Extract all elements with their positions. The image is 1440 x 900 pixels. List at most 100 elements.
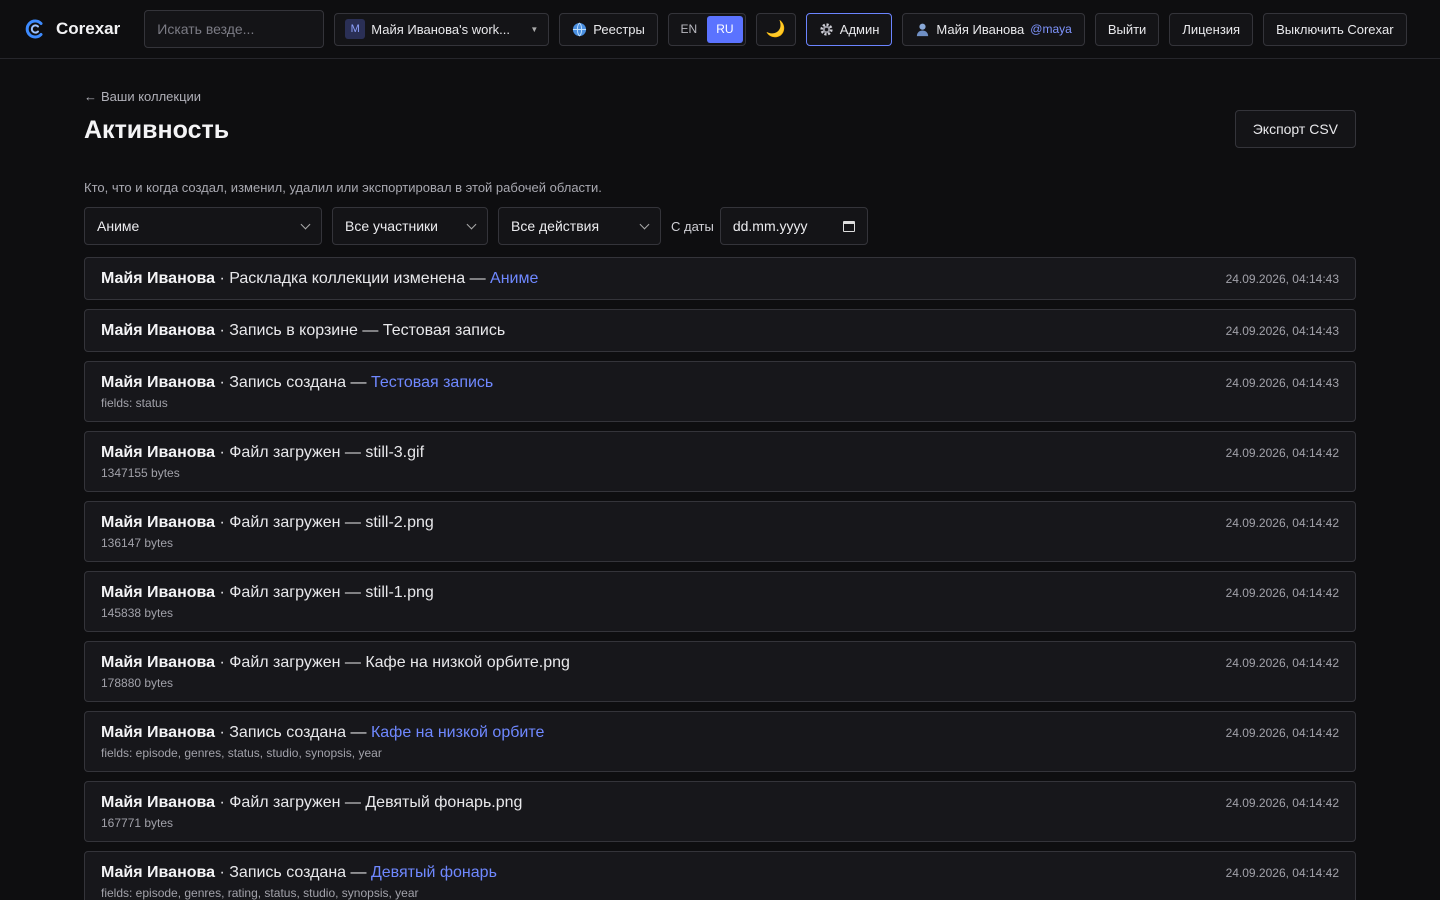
members-filter-select[interactable]: Все участники <box>332 207 488 245</box>
activity-row: Майя Иванова · Файл загружен — Кафе на н… <box>84 641 1356 702</box>
activity-timestamp: 24.09.2026, 04:14:43 <box>1225 272 1339 286</box>
activity-action: Файл загружен — Кафе на низкой орбите.pn… <box>229 654 570 671</box>
activity-row: Майя Иванова · Файл загружен — Девятый ф… <box>84 781 1356 842</box>
activity-content: Майя Иванова · Файл загружен — Девятый ф… <box>101 794 522 830</box>
globe-icon <box>573 22 587 36</box>
separator-dot: · <box>215 654 230 671</box>
activity-content: Майя Иванова · Запись создана — Девятый … <box>101 864 497 900</box>
global-search-input[interactable] <box>144 10 325 48</box>
activity-action: Файл загружен — Девятый фонарь.png <box>229 794 523 811</box>
activity-timestamp: 24.09.2026, 04:14:42 <box>1225 796 1339 810</box>
activity-action: Запись создана — <box>229 864 371 881</box>
actions-filter-value: Все действия <box>511 218 600 234</box>
activity-timestamp: 24.09.2026, 04:14:43 <box>1225 324 1339 338</box>
separator-dot: · <box>215 794 230 811</box>
activity-summary: Майя Иванова · Файл загружен — Девятый ф… <box>101 794 522 812</box>
activity-detail: 167771 bytes <box>101 816 174 830</box>
activity-actor: Майя Иванова <box>101 864 216 881</box>
top-bar: Corexar M Майя Иванова's work... ▼ Реест… <box>0 0 1440 59</box>
activity-action: Файл загружен — still-1.png <box>229 584 434 601</box>
workspace-switcher[interactable]: M Майя Иванова's work... ▼ <box>334 12 550 46</box>
user-menu-button[interactable]: Майя Иванова @maya <box>902 12 1085 46</box>
activity-row: Майя Иванова · Файл загружен — still-2.p… <box>84 501 1356 562</box>
collection-filter-select[interactable]: Аниме <box>84 207 322 245</box>
activity-content: Майя Иванова · Файл загружен — still-3.g… <box>101 444 424 480</box>
activity-target-link[interactable]: Аниме <box>490 270 538 287</box>
filters-bar: Аниме Все участники Все действия С даты … <box>84 207 1356 245</box>
activity-content: Майя Иванова · Файл загружен — Кафе на н… <box>101 654 570 690</box>
activity-actor: Майя Иванова <box>101 794 216 811</box>
activity-timestamp: 24.09.2026, 04:14:43 <box>1225 376 1339 390</box>
collection-filter-value: Аниме <box>97 218 140 234</box>
activity-action: Запись в корзине — Тестовая запись <box>229 322 506 339</box>
activity-summary: Майя Иванова · Запись создана — Кафе на … <box>101 724 544 742</box>
workspace-name: Майя Иванова's work... <box>371 21 510 37</box>
activity-content: Майя Иванова · Запись в корзине — Тестов… <box>101 322 505 340</box>
activity-target-link[interactable]: Девятый фонарь <box>371 864 497 881</box>
activity-timestamp: 24.09.2026, 04:14:42 <box>1225 516 1339 530</box>
separator-dot: · <box>215 584 230 601</box>
moon-icon: 🌙 <box>765 21 786 38</box>
brand[interactable]: Corexar <box>24 18 120 40</box>
brand-name: Corexar <box>56 19 121 38</box>
activity-action: Файл загружен — still-3.gif <box>229 444 425 461</box>
calendar-icon[interactable] <box>842 220 855 232</box>
activity-timestamp: 24.09.2026, 04:14:42 <box>1225 586 1339 600</box>
activity-row: Майя Иванова · Раскладка коллекции измен… <box>84 257 1356 300</box>
caret-down-icon: ▼ <box>530 24 539 34</box>
activity-list: Майя Иванова · Раскладка коллекции измен… <box>84 257 1356 900</box>
lang-ru-button[interactable]: RU <box>706 15 743 43</box>
activity-summary: Майя Иванова · Раскладка коллекции измен… <box>101 270 538 288</box>
activity-detail: fields: status <box>101 396 168 410</box>
activity-actor: Майя Иванова <box>101 724 216 741</box>
logout-button[interactable]: Выйти <box>1094 12 1160 46</box>
activity-timestamp: 24.09.2026, 04:14:42 <box>1225 656 1339 670</box>
activity-target-link[interactable]: Кафе на низкой орбите <box>371 724 544 741</box>
admin-button[interactable]: Админ <box>805 12 893 46</box>
members-filter-value: Все участники <box>345 218 439 234</box>
back-label: Ваши коллекции <box>101 89 202 104</box>
back-to-collections-link[interactable]: ← Ваши коллекции <box>84 89 1356 104</box>
activity-content: Майя Иванова · Запись создана — Тестовая… <box>101 374 493 410</box>
activity-detail: 145838 bytes <box>101 606 174 620</box>
activity-row: Майя Иванова · Файл загружен — still-1.p… <box>84 571 1356 632</box>
export-csv-button[interactable]: Экспорт CSV <box>1234 110 1356 148</box>
separator-dot: · <box>215 322 230 339</box>
corexar-logo-icon <box>25 19 43 39</box>
chevron-down-icon <box>466 219 477 229</box>
user-handle: @maya <box>1030 22 1072 36</box>
chevron-down-icon <box>300 219 311 229</box>
activity-actor: Майя Иванова <box>101 584 216 601</box>
activity-content: Майя Иванова · Запись создана — Кафе на … <box>101 724 544 760</box>
separator-dot: · <box>215 514 230 531</box>
activity-row: Майя Иванова · Запись создана — Кафе на … <box>84 711 1356 772</box>
separator-dot: · <box>215 444 230 461</box>
title-row: Активность Экспорт CSV <box>84 110 1356 148</box>
activity-actor: Майя Иванова <box>101 322 216 339</box>
license-button[interactable]: Лицензия <box>1169 12 1254 46</box>
theme-toggle-button[interactable]: 🌙 <box>755 12 796 46</box>
activity-actor: Майя Иванова <box>101 374 216 391</box>
activity-action: Запись создана — <box>229 374 371 391</box>
activity-row: Майя Иванова · Запись создана — Девятый … <box>84 851 1356 900</box>
page-description: Кто, что и когда создал, изменил, удалил… <box>84 180 602 195</box>
chevron-down-icon <box>639 219 650 229</box>
user-name: Майя Иванова <box>936 21 1025 37</box>
activity-target-link[interactable]: Тестовая запись <box>371 374 493 391</box>
lang-en-button[interactable]: EN <box>671 16 707 43</box>
activity-summary: Майя Иванова · Файл загружен — Кафе на н… <box>101 654 570 672</box>
language-switcher: EN RU <box>667 12 746 46</box>
separator-dot: · <box>215 374 230 391</box>
registries-label: Реестры <box>593 21 645 37</box>
arrow-left-icon: ← <box>84 89 97 104</box>
activity-actor: Майя Иванова <box>101 444 216 461</box>
activity-row: Майя Иванова · Файл загружен — still-3.g… <box>84 431 1356 492</box>
activity-detail: fields: episode, genres, rating, status,… <box>101 886 419 900</box>
activity-row: Майя Иванова · Запись создана — Тестовая… <box>84 361 1356 422</box>
activity-row: Майя Иванова · Запись в корзине — Тестов… <box>84 309 1356 352</box>
shutdown-button[interactable]: Выключить Corexar <box>1263 12 1407 46</box>
activity-summary: Майя Иванова · Файл загружен — still-1.p… <box>101 584 434 602</box>
registries-button[interactable]: Реестры <box>559 12 658 46</box>
actions-filter-select[interactable]: Все действия <box>498 207 661 245</box>
since-date-input[interactable]: dd.mm.yyyy <box>719 207 868 245</box>
